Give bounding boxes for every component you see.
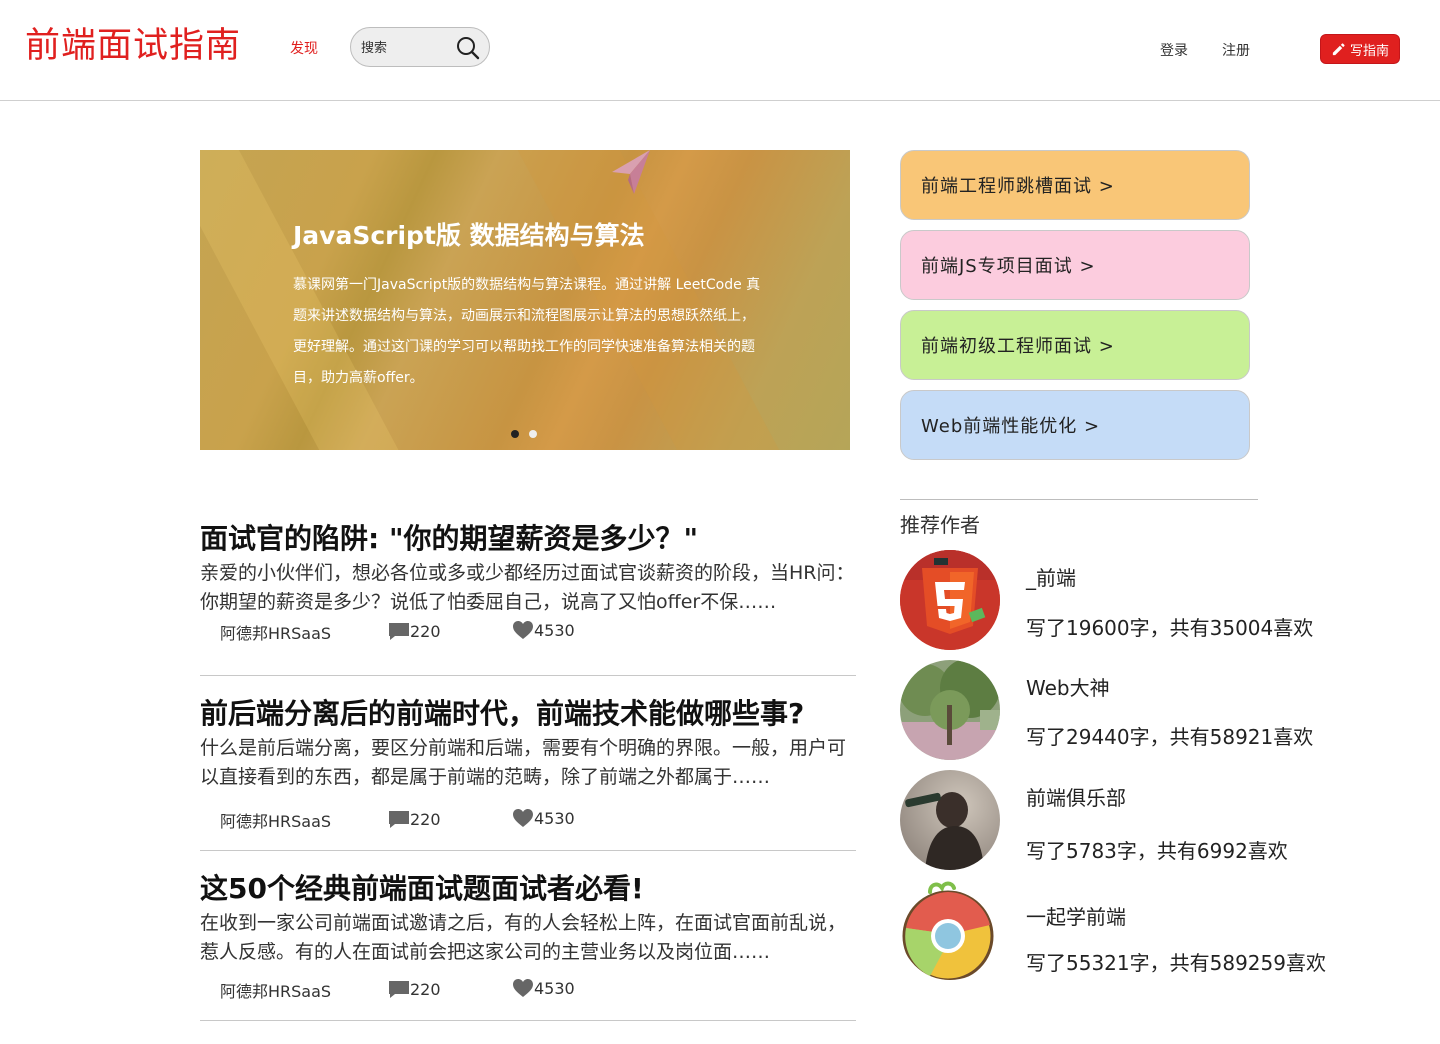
article-likes[interactable]: 4530 <box>512 620 575 640</box>
login-link[interactable]: 登录 <box>1160 40 1188 60</box>
like-count: 4530 <box>534 620 575 640</box>
category-card-performance[interactable]: Web前端性能优化 > <box>900 390 1250 460</box>
banner-description: 慕课网第一门JavaScript版的数据结构与算法课程。通过讲解 LeetCod… <box>293 277 761 386</box>
search-icon[interactable] <box>455 35 481 61</box>
like-count: 4530 <box>534 978 575 998</box>
tree-photo-icon <box>900 660 1000 760</box>
author-name[interactable]: _前端 <box>1026 562 1076 591</box>
author-avatar-person[interactable] <box>900 770 1000 870</box>
article-author[interactable]: 阿德邦HRSaaS <box>220 620 331 644</box>
recommended-authors-title: 推荐作者 <box>900 513 980 537</box>
article-comments[interactable]: 220 <box>388 978 441 1000</box>
author-avatar-html5[interactable] <box>900 550 1000 650</box>
site-logo[interactable]: 前端面试指南 <box>25 24 241 68</box>
carousel-dot-2[interactable] <box>529 430 537 438</box>
article-author[interactable]: 阿德邦HRSaaS <box>220 978 331 1002</box>
chrome-logo-icon <box>902 881 994 980</box>
comment-icon <box>389 623 409 640</box>
author-stats: 写了29440字，共有58921喜欢 <box>1026 725 1314 749</box>
author-name[interactable]: 一起学前端 <box>1026 901 1126 930</box>
write-guide-label: 写指南 <box>1349 43 1389 59</box>
paper-plane-icon <box>612 150 650 194</box>
authors-divider <box>900 499 1258 500</box>
person-photo-icon <box>900 770 1000 870</box>
heart-icon <box>513 621 533 639</box>
category-card-js[interactable]: 前端JS专项目面试 > <box>900 230 1250 300</box>
article-summary: 什么是前后端分离，要区分前端和后端，需要有个明确的界限。一般，用户可以直接看到的… <box>200 737 847 788</box>
article-meta: 阿德邦HRSaaS 220 4530 <box>200 617 856 644</box>
article-title[interactable]: 前后端分离后的前端时代，前端技术能做哪些事? <box>200 695 856 733</box>
author-stats: 写了19600字，共有35004喜欢 <box>1026 616 1314 640</box>
article-author[interactable]: 阿德邦HRSaaS <box>220 808 331 832</box>
banner-carousel[interactable]: JavaScript版 数据结构与算法 慕课网第一门JavaScript版的数据… <box>200 150 850 450</box>
article-meta: 阿德邦HRSaaS 220 4530 <box>200 805 856 832</box>
author-name[interactable]: Web大神 <box>1026 672 1110 701</box>
article-divider <box>200 675 856 676</box>
comment-count: 220 <box>410 979 441 999</box>
author-avatar-tree[interactable] <box>900 660 1000 760</box>
top-header: 前端面试指南 发现 登录 注册 写指南 <box>0 0 1440 101</box>
article-comments[interactable]: 220 <box>388 620 441 642</box>
html5-logo-icon <box>900 550 1000 650</box>
author-name[interactable]: 前端俱乐部 <box>1026 782 1126 811</box>
article-divider <box>200 850 856 851</box>
banner-title: JavaScript版 数据结构与算法 <box>293 221 645 250</box>
search-box <box>350 27 490 67</box>
author-stats: 写了55321字，共有589259喜欢 <box>1026 951 1326 975</box>
search-input[interactable] <box>361 37 451 59</box>
write-guide-button[interactable]: 写指南 <box>1320 34 1400 64</box>
category-card-job-change[interactable]: 前端工程师跳槽面试 > <box>900 150 1250 220</box>
author-stats: 写了5783字，共有6992喜欢 <box>1026 839 1288 863</box>
carousel-dots <box>511 430 537 438</box>
heart-icon <box>513 979 533 997</box>
nav-discover-link[interactable]: 发现 <box>290 38 318 58</box>
article-item: 这50个经典前端面试题面试者必看! 在收到一家公司前端面试邀请之后，有的人会轻松… <box>200 870 856 1001</box>
article-title[interactable]: 这50个经典前端面试题面试者必看! <box>200 870 856 908</box>
article-item: 前后端分离后的前端时代，前端技术能做哪些事? 什么是前后端分离，要区分前端和后端… <box>200 695 856 831</box>
pencil-icon <box>1332 42 1345 55</box>
article-likes[interactable]: 4530 <box>512 978 575 998</box>
like-count: 4530 <box>534 808 575 828</box>
article-comments[interactable]: 220 <box>388 808 441 830</box>
article-summary: 在收到一家公司前端面试邀请之后，有的人会轻松上阵，在面试官面前乱说，惹人反感。有… <box>200 912 847 963</box>
comment-count: 220 <box>410 621 441 641</box>
category-card-junior[interactable]: 前端初级工程师面试 > <box>900 310 1250 380</box>
comment-icon <box>389 981 409 998</box>
article-title[interactable]: 面试官的陷阱: "你的期望薪资是多少？" <box>200 520 856 558</box>
heart-icon <box>513 809 533 827</box>
article-divider <box>200 1020 856 1021</box>
article-meta: 阿德邦HRSaaS 220 4530 <box>200 975 856 1002</box>
article-summary: 亲爱的小伙伴们，想必各位或多或少都经历过面试官谈薪资的阶段，当HR问：你期望的薪… <box>200 562 855 613</box>
author-avatar-chrome[interactable] <box>900 880 1000 980</box>
comment-count: 220 <box>410 809 441 829</box>
comment-icon <box>389 811 409 828</box>
carousel-dot-1[interactable] <box>511 430 519 438</box>
article-likes[interactable]: 4530 <box>512 808 575 828</box>
register-link[interactable]: 注册 <box>1222 40 1250 60</box>
article-item: 面试官的陷阱: "你的期望薪资是多少？" 亲爱的小伙伴们，想必各位或多或少都经历… <box>200 520 856 643</box>
